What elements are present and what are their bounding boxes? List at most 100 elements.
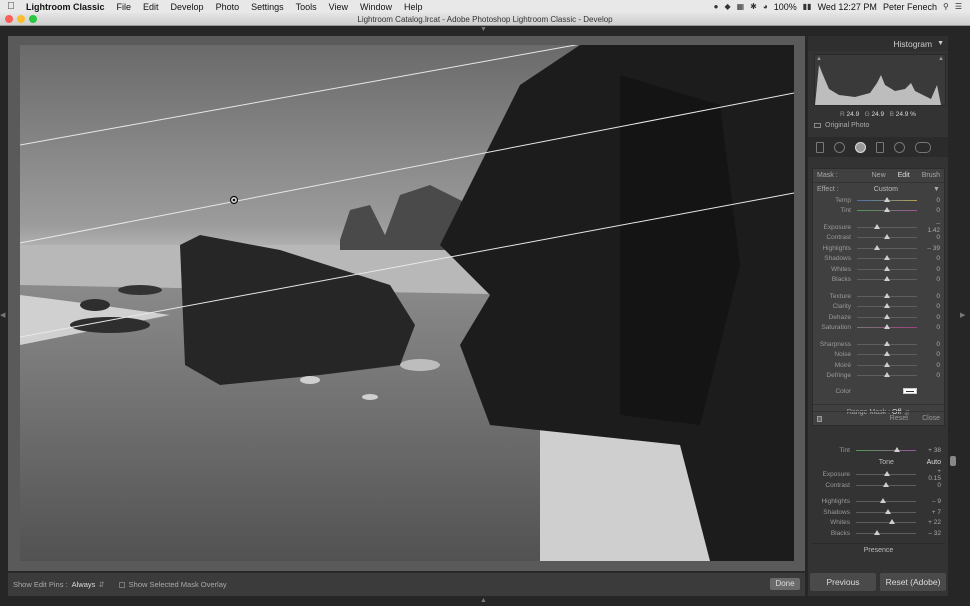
slider-track[interactable] [857,255,917,261]
slider-value[interactable]: 0 [924,351,940,358]
slider-handle[interactable] [884,351,890,357]
auto-tone-button[interactable]: Auto [927,459,941,466]
menu-edit[interactable]: Edit [137,2,165,12]
close-window-button[interactable] [5,15,13,23]
slider-track[interactable] [856,498,916,504]
user-name[interactable]: Peter Fenech [883,2,937,12]
reset-adobe-button[interactable]: Reset (Adobe) [880,573,946,591]
spot-removal-icon[interactable] [834,141,845,153]
photo-preview[interactable] [20,45,794,561]
slider-handle[interactable] [884,196,890,202]
slider-handle[interactable] [874,223,881,229]
slider-track[interactable] [857,313,917,319]
top-panel-toggle-icon[interactable]: ▼ [480,26,487,33]
slider-track[interactable] [857,351,917,357]
slider-value[interactable]: 0 [925,482,941,489]
notes-icon[interactable]: ▦ [737,2,745,11]
color-swatch[interactable] [903,388,917,394]
wifi-icon[interactable]: ◕ [763,2,768,11]
slider-value[interactable]: + 22 [925,519,941,526]
slider-track[interactable] [857,244,917,250]
slider-handle[interactable] [884,255,890,261]
slider-handle[interactable] [880,498,886,504]
slider-track[interactable] [856,519,916,525]
slider-track[interactable] [857,361,917,367]
slider-handle[interactable] [884,207,890,213]
slider-handle[interactable] [884,471,891,477]
basic-tint-value[interactable]: + 38 [925,447,941,454]
slider-value[interactable]: 0 [924,276,940,283]
slider-value[interactable]: – 32 [925,530,941,537]
menu-window[interactable]: Window [354,2,398,12]
graduated-filter-icon[interactable] [855,141,866,153]
adjustment-brush-icon[interactable] [915,141,931,153]
slider-handle[interactable] [889,519,895,525]
right-panel-toggle-icon[interactable]: ▶ [960,311,965,319]
image-canvas[interactable] [8,36,805,571]
slider-track[interactable] [857,207,917,213]
menu-develop[interactable]: Develop [165,2,210,12]
done-button[interactable]: Done [770,578,800,590]
histogram-graph[interactable]: ▲ ▲ [814,54,946,106]
bluetooth-icon[interactable]: ✱ [750,2,757,11]
slider-value[interactable]: + 7 [925,509,941,516]
menu-tools[interactable]: Tools [290,2,323,12]
left-panel-toggle-icon[interactable]: ◀ [0,311,5,319]
slider-value[interactable]: 0 [924,207,940,214]
radial-filter-icon[interactable] [876,141,884,153]
shadow-clip-icon[interactable]: ▲ [816,56,822,62]
minimize-window-button[interactable] [17,15,25,23]
mask-new-button[interactable]: New [872,172,886,179]
slider-track[interactable] [856,529,916,535]
slider-value[interactable]: + 0.15 [925,468,941,482]
effect-preset-select[interactable]: Custom [874,186,898,193]
basic-tint-slider[interactable] [856,446,916,452]
menu-settings[interactable]: Settings [245,2,290,12]
slider-value[interactable]: 0 [924,341,940,348]
slider-handle[interactable] [884,324,890,330]
clock[interactable]: Wed 12:27 PM [818,2,877,12]
slider-track[interactable] [856,508,916,514]
slider-handle[interactable] [884,303,890,309]
menu-help[interactable]: Help [398,2,429,12]
right-panel-scrollbar[interactable] [950,456,956,466]
mask-brush-button[interactable]: Brush [922,172,940,179]
chevron-down-icon[interactable]: ⇵ [98,580,104,589]
red-eye-icon[interactable] [894,141,905,153]
mask-toggle-switch[interactable] [817,415,822,422]
menu-view[interactable]: View [323,2,354,12]
dropbox-icon[interactable]: ◆ [724,2,730,11]
slider-value[interactable]: – 39 [924,245,940,252]
slider-track[interactable] [857,340,917,346]
original-photo-toggle[interactable]: Original Photo [814,122,948,129]
menu-photo[interactable]: Photo [210,2,246,12]
slider-value[interactable]: 0 [924,314,940,321]
slider-handle[interactable] [874,529,880,535]
slider-value[interactable]: 0 [924,197,940,204]
slider-handle[interactable] [884,234,890,240]
slider-track[interactable] [857,234,917,240]
slider-value[interactable]: 0 [924,303,940,310]
slider-handle[interactable] [884,340,890,346]
slider-value[interactable]: 0 [924,234,940,241]
collapse-icon[interactable]: ▼ [937,40,944,47]
mask-overlay-checkbox[interactable] [118,581,125,588]
apple-icon[interactable]:  [0,1,22,12]
crop-tool-icon[interactable] [816,141,824,153]
slider-track[interactable] [857,292,917,298]
slider-track[interactable] [857,324,917,330]
battery-icon[interactable]: ▮▮ [803,2,812,11]
slider-track[interactable] [856,471,916,477]
mask-close-button[interactable]: Close [922,415,940,422]
highlight-clip-icon[interactable]: ▲ [938,56,944,62]
slider-handle[interactable] [884,372,890,378]
slider-track[interactable] [857,303,917,309]
slider-handle[interactable] [883,481,889,487]
histogram-header[interactable]: Histogram ▼ [808,36,948,51]
zoom-window-button[interactable] [29,15,37,23]
slider-value[interactable]: 0 [924,372,940,379]
slider-track[interactable] [857,223,917,229]
mask-reset-button[interactable]: Reset [890,415,908,422]
menu-file[interactable]: File [111,2,138,12]
creative-cloud-icon[interactable]: ● [714,2,719,11]
